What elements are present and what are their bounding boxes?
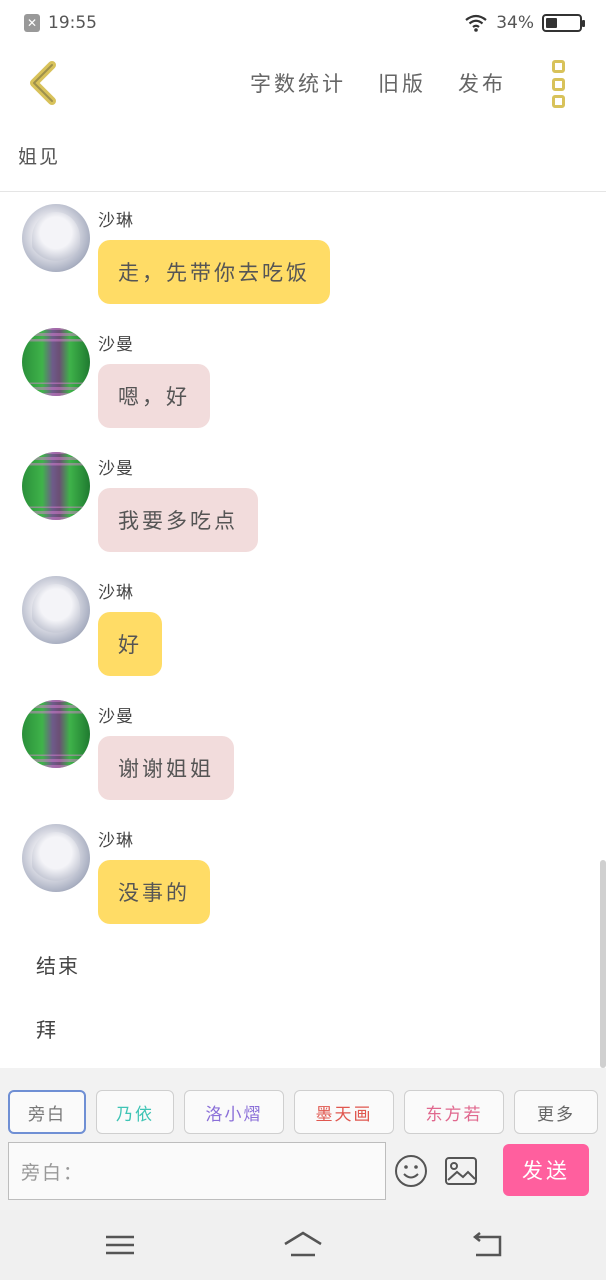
sender-name: 沙琳 (98, 831, 134, 851)
system-navigation-bar (0, 1210, 606, 1280)
image-icon[interactable] (444, 1156, 478, 1186)
menu-icon[interactable] (100, 1228, 140, 1262)
chip-role[interactable]: 墨天画 (294, 1090, 394, 1134)
message-bubble[interactable]: 谢谢姐姐 (98, 736, 234, 800)
chip-role[interactable]: 洛小熠 (184, 1090, 284, 1134)
narration-line[interactable]: 拜 (36, 1014, 58, 1043)
chip-narration[interactable]: 旁白 (8, 1090, 86, 1134)
avatar[interactable] (22, 824, 90, 892)
more-dot-icon (551, 95, 565, 108)
narration-line[interactable]: 结束 (36, 950, 80, 979)
chat-list[interactable]: 沙琳 走，先带你去吃饭 沙曼 嗯，好 沙曼 我要多吃点 沙琳 好 沙曼 谢谢姐姐… (0, 192, 606, 1068)
avatar[interactable] (22, 700, 90, 768)
message-bubble[interactable]: 好 (98, 612, 162, 676)
avatar[interactable] (22, 204, 90, 272)
word-count-link[interactable]: 字数统计 (250, 68, 346, 98)
sender-name: 沙曼 (98, 459, 134, 479)
more-dot-icon (551, 60, 565, 73)
sender-name: 沙曼 (98, 335, 134, 355)
back-button[interactable] (22, 58, 62, 108)
chip-role[interactable]: 东方若 (404, 1090, 504, 1134)
avatar[interactable] (22, 452, 90, 520)
composer: 旁白 乃依 洛小熠 墨天画 东方若 更多 旁白： 发送 (0, 1068, 606, 1210)
emoji-icon[interactable] (394, 1154, 428, 1188)
chip-more[interactable]: 更多 (514, 1090, 598, 1134)
battery-percent: 34% (496, 13, 534, 33)
wifi-icon (465, 14, 487, 32)
status-bar: ✕ 19:55 34% (0, 0, 606, 46)
avatar[interactable] (22, 576, 90, 644)
message-bubble[interactable]: 没事的 (98, 860, 210, 924)
chevron-left-icon (30, 61, 56, 105)
message-bubble[interactable]: 嗯，好 (98, 364, 210, 428)
sender-name: 沙曼 (98, 707, 134, 727)
message-input[interactable]: 旁白： (8, 1142, 386, 1200)
role-chips: 旁白 乃依 洛小熠 墨天画 东方若 更多 (8, 1090, 598, 1134)
message-bubble[interactable]: 我要多吃点 (98, 488, 258, 552)
avatar[interactable] (22, 328, 90, 396)
story-title: 姐见 (18, 146, 61, 168)
send-button[interactable]: 发送 (503, 1144, 589, 1196)
message-bubble[interactable]: 走，先带你去吃饭 (98, 240, 330, 304)
more-menu-button[interactable] (550, 60, 566, 108)
back-nav-icon[interactable] (468, 1228, 508, 1262)
battery-icon (542, 14, 585, 32)
toolbar: 字数统计 旧版 发布 (0, 46, 606, 122)
close-notification-icon: ✕ (24, 14, 40, 32)
chip-role[interactable]: 乃依 (96, 1090, 174, 1134)
sender-name: 沙琳 (98, 583, 134, 603)
scrollbar[interactable] (600, 860, 606, 1068)
more-dot-icon (551, 77, 565, 91)
home-icon[interactable] (283, 1228, 323, 1262)
status-time: 19:55 (48, 13, 97, 33)
old-version-link[interactable]: 旧版 (378, 68, 426, 98)
publish-link[interactable]: 发布 (458, 68, 506, 98)
sender-name: 沙琳 (98, 211, 134, 231)
